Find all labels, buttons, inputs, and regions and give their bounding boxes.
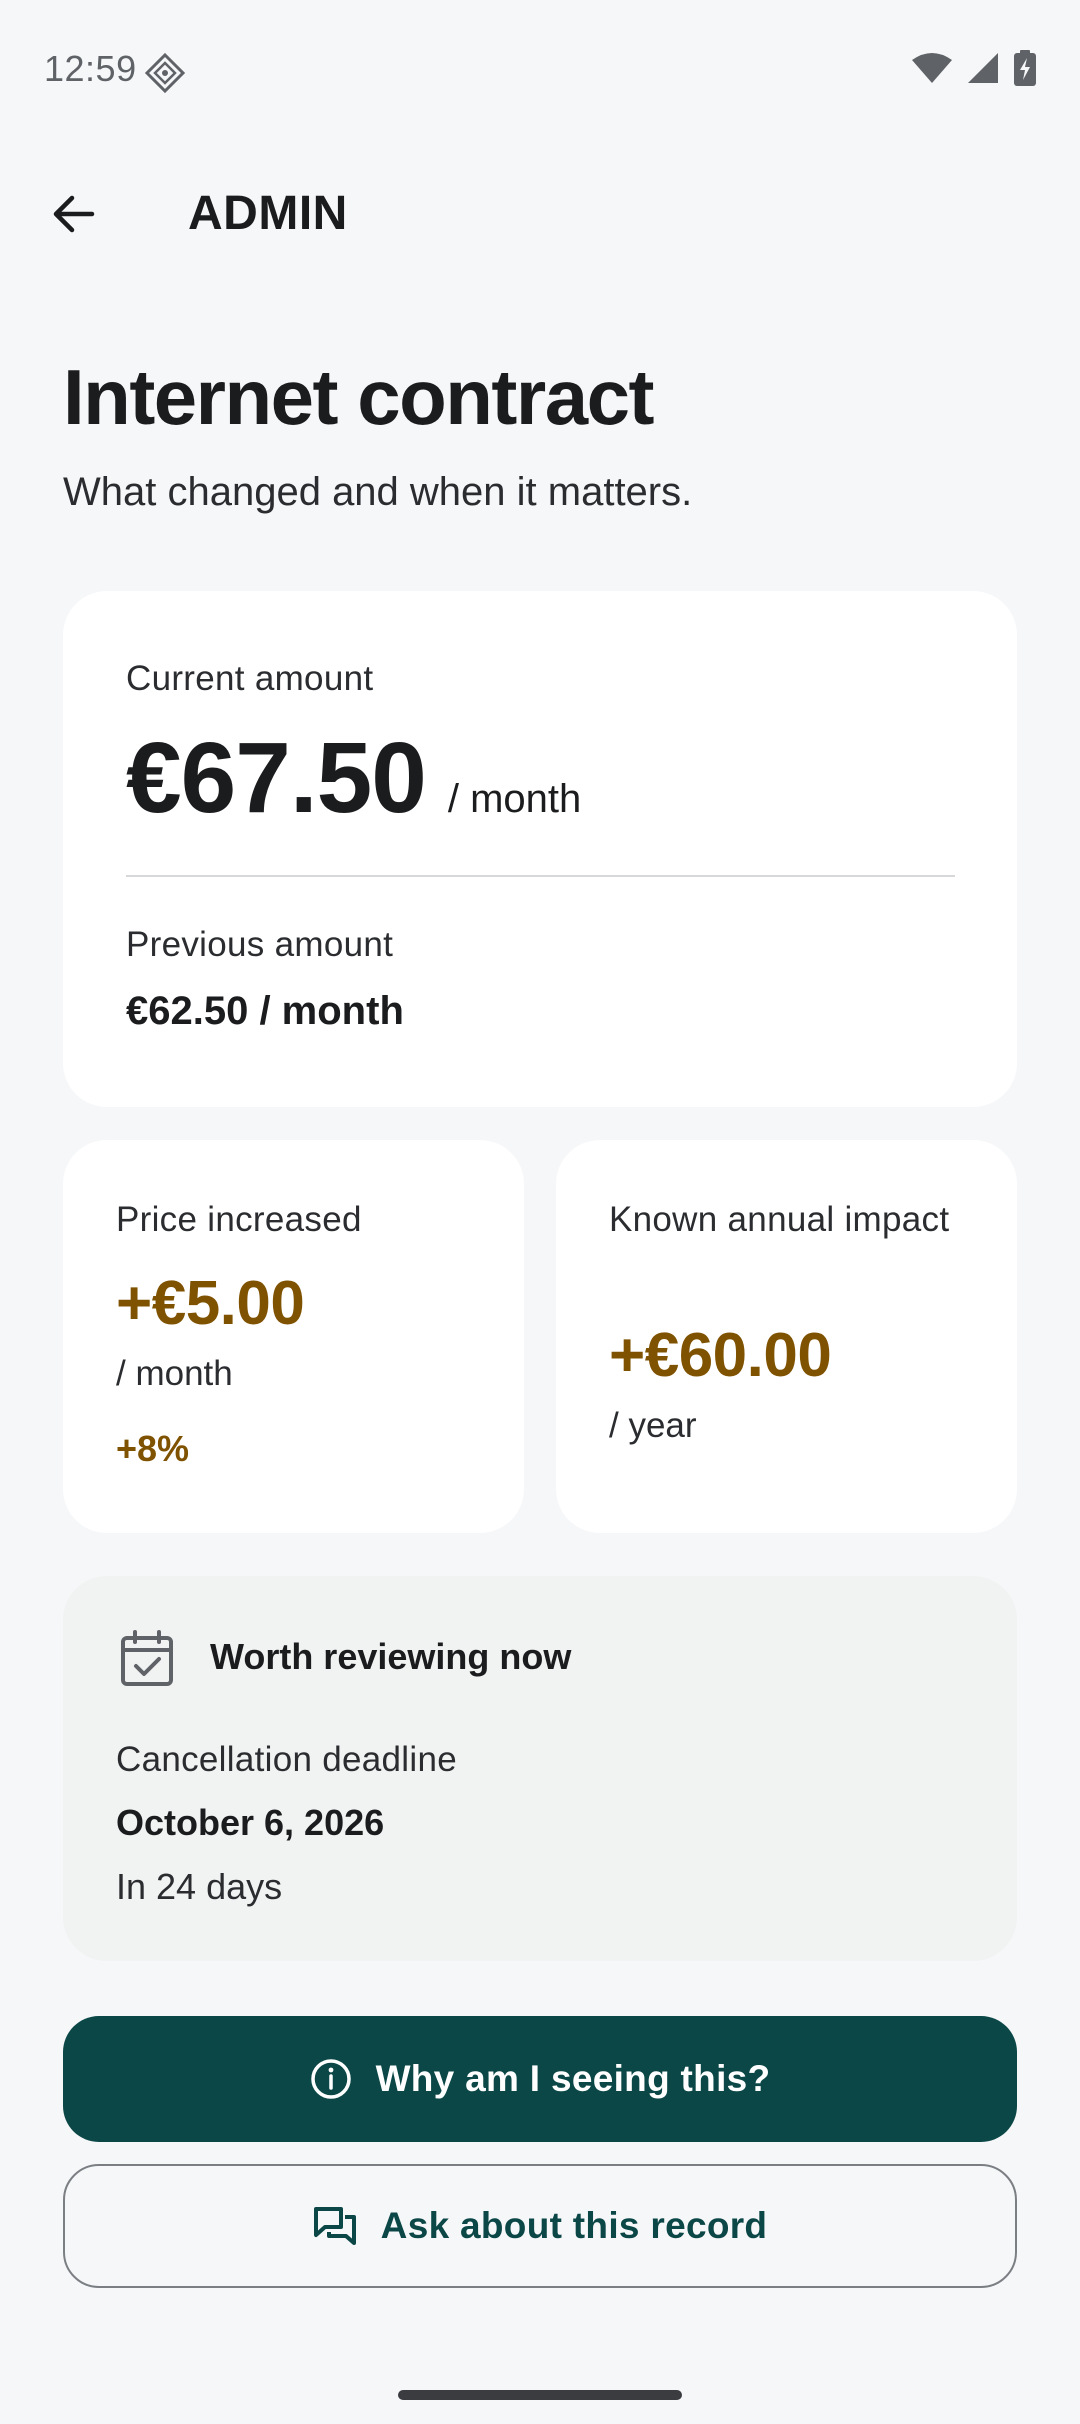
current-amount-value: €67.50: [126, 722, 427, 834]
annual-impact-unit: / year: [609, 1406, 697, 1445]
wifi-icon: [912, 53, 952, 83]
page-subtitle: What changed and when it matters.: [63, 470, 693, 514]
price-increase-label: Price increased: [116, 1200, 362, 1239]
price-increase-card: Price increased +€5.00 / month +8%: [63, 1140, 524, 1533]
price-increase-unit: / month: [116, 1354, 233, 1393]
deadline-relative: In 24 days: [116, 1866, 283, 1907]
home-indicator[interactable]: [398, 2390, 682, 2400]
status-bar: 12:59: [0, 0, 1080, 140]
why-seeing-this-label: Why am I seeing this?: [375, 2058, 771, 2099]
deadline-date: October 6, 2026: [116, 1802, 385, 1843]
calendar-check-icon: [121, 1630, 173, 1686]
status-icons: [912, 50, 1036, 86]
amount-divider: [126, 875, 955, 877]
annual-impact-card: Known annual impact +€60.00 / year: [556, 1140, 1017, 1533]
annual-impact-label: Known annual impact: [609, 1200, 950, 1239]
previous-amount-label: Previous amount: [126, 925, 394, 964]
info-icon: [310, 2059, 351, 2099]
review-card: Worth reviewing now Cancellation deadlin…: [63, 1576, 1017, 1961]
price-increase-percent: +8%: [116, 1428, 190, 1469]
ask-about-record-button[interactable]: Ask about this record: [63, 2164, 1017, 2288]
why-seeing-this-button[interactable]: Why am I seeing this?: [63, 2016, 1017, 2142]
page-title: Internet contract: [63, 353, 654, 441]
status-time: 12:59: [44, 48, 137, 89]
amount-card: Current amount €67.50 / month Previous a…: [63, 591, 1017, 1107]
current-amount-label: Current amount: [126, 659, 374, 698]
current-amount-unit: / month: [447, 777, 582, 821]
app-bar: ADMIN: [0, 160, 1080, 272]
price-increase-value: +€5.00: [116, 1269, 305, 1338]
app-notification-icon: [144, 52, 186, 94]
battery-icon: [1014, 50, 1036, 86]
app-bar-title: ADMIN: [188, 187, 348, 240]
review-title: Worth reviewing now: [210, 1636, 572, 1677]
ask-about-record-label: Ask about this record: [380, 2205, 768, 2246]
signal-icon: [968, 53, 998, 83]
back-button[interactable]: [30, 170, 118, 258]
current-amount-row: €67.50 / month: [126, 721, 581, 836]
deadline-label: Cancellation deadline: [116, 1740, 457, 1779]
annual-impact-value: +€60.00: [609, 1321, 832, 1390]
chat-icon: [313, 2207, 356, 2245]
previous-amount-value: €62.50 / month: [126, 989, 404, 1033]
arrow-back-icon: [53, 195, 95, 233]
